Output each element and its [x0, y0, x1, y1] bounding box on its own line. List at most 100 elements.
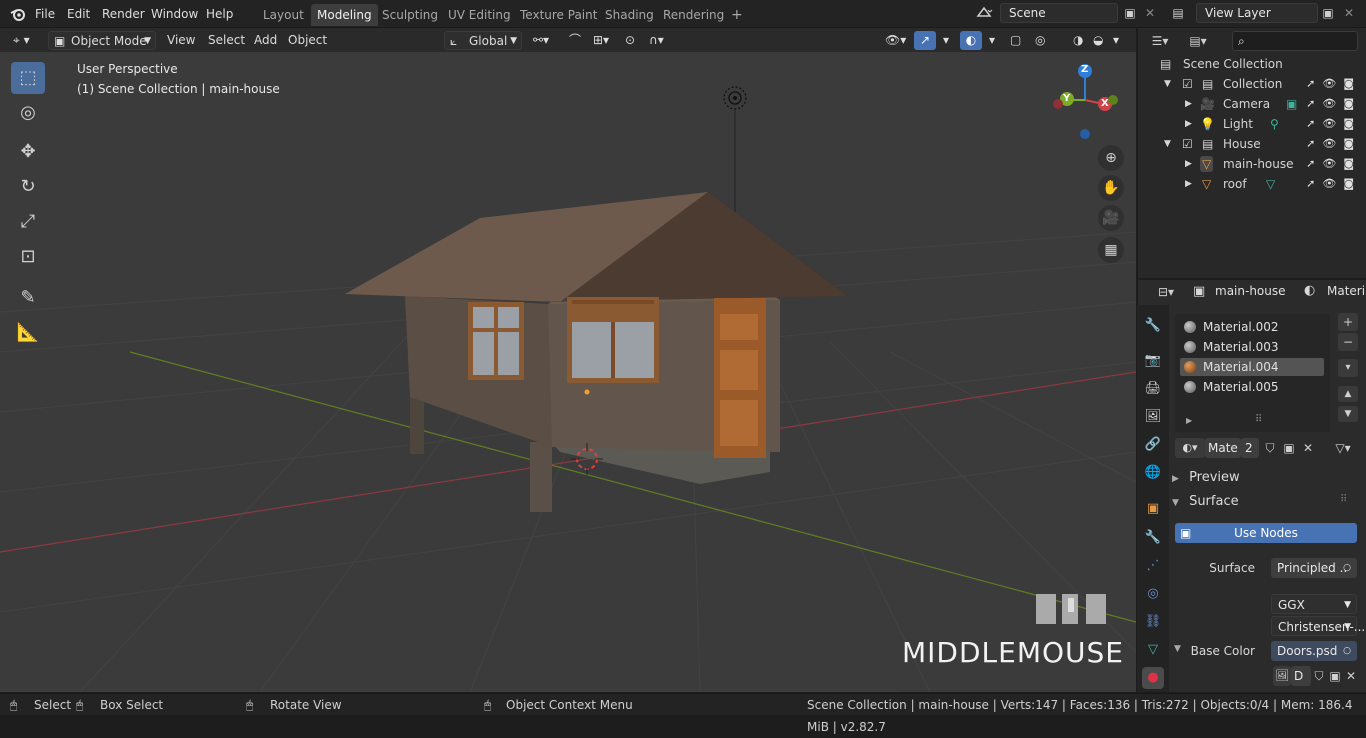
unlink-image-icon[interactable]: ✕ — [1341, 666, 1361, 686]
editor-type-icon[interactable]: ⌖ ▾ — [8, 31, 42, 50]
tab-uv-editing[interactable]: UV Editing — [442, 4, 517, 26]
tab-modeling[interactable]: Modeling — [311, 4, 378, 26]
view-layer-tab-icon[interactable]: 🖼 — [1142, 406, 1164, 428]
visibility-toggles[interactable]: ➚👁◙ — [1306, 154, 1361, 174]
outliner-row-house[interactable]: ▼ ☑ ▤ House ➚👁◙ — [1138, 134, 1366, 154]
menu-render[interactable]: Render — [102, 5, 145, 23]
overlay-menu-icon[interactable]: ▾ — [984, 31, 1000, 50]
mode-selector[interactable]: Object Mode ▣ ▼ — [48, 31, 156, 50]
tool-tab-icon[interactable]: 🔧 — [1142, 315, 1164, 337]
drag-handle-icon[interactable]: ⠿ — [1340, 494, 1347, 505]
checkbox-icon[interactable]: ☑ — [1182, 74, 1193, 94]
visibility-toggles[interactable]: ➚👁◙ — [1306, 114, 1361, 134]
menu-window[interactable]: Window — [151, 5, 198, 23]
delete-view-layer-icon[interactable]: ✕ — [1339, 3, 1359, 23]
shading-menu-icon[interactable]: ▾ — [1108, 31, 1124, 50]
expand-arrow-icon[interactable]: ▼ — [1164, 134, 1171, 154]
modifier-tab-icon[interactable]: 🔧 — [1142, 527, 1164, 549]
falloff-icon[interactable]: ∩▾ — [644, 31, 669, 50]
outliner-row-light[interactable]: ▶ 💡 Light ⚲ ➚👁◙ — [1138, 114, 1366, 134]
new-scene-icon[interactable]: ▣ — [1120, 3, 1140, 23]
expand-arrow-icon[interactable]: ▶ — [1185, 94, 1192, 114]
expand-arrow-icon[interactable]: ▶ — [1185, 114, 1192, 134]
outliner-row-collection[interactable]: ▼ ☑ ▤ Collection ➚👁◙ — [1138, 74, 1366, 94]
pivot-point-icon[interactable]: ⚯▾ — [528, 31, 554, 50]
output-tab-icon[interactable]: 🖨 — [1142, 378, 1164, 400]
surface-shader-field[interactable]: Principled .. ○ — [1271, 558, 1357, 578]
cursor-tool-icon[interactable]: ◎ — [11, 97, 45, 129]
preview-panel-header[interactable]: ▶ Preview — [1172, 468, 1240, 488]
shading-wireframe-icon[interactable]: ◎ — [1030, 31, 1050, 50]
visibility-toggles[interactable]: ➚👁◙ — [1306, 94, 1361, 114]
view-layer-browse-icon[interactable]: ▤ — [1168, 3, 1188, 23]
user-count-field[interactable]: 2 — [1241, 438, 1259, 458]
light-data-icon[interactable]: ⚲ — [1270, 114, 1279, 134]
zoom-icon[interactable]: ⊕ — [1098, 145, 1124, 171]
rotate-tool-icon[interactable]: ↻ — [11, 171, 45, 203]
use-nodes-button[interactable]: ▣ Use Nodes — [1175, 523, 1357, 543]
visibility-toggles[interactable]: ➚👁◙ — [1306, 174, 1361, 194]
tab-texture-paint[interactable]: Texture Paint — [514, 4, 603, 26]
menu-object[interactable]: Object — [283, 31, 332, 50]
menu-select[interactable]: Select — [203, 31, 250, 50]
shading-material-icon[interactable]: ◑ — [1068, 31, 1088, 50]
outliner-row-scene-collection[interactable]: ▤ Scene Collection — [1138, 54, 1366, 74]
new-view-layer-icon[interactable]: ▣ — [1318, 3, 1338, 23]
menu-add[interactable]: Add — [249, 31, 282, 50]
world-tab-icon[interactable]: 🌐 — [1142, 462, 1164, 484]
material-slot[interactable]: Material.002 — [1180, 318, 1324, 336]
expand-arrow-icon[interactable]: ▼ — [1174, 644, 1181, 654]
image-name-field[interactable]: D — [1291, 666, 1311, 686]
base-color-texture-field[interactable]: Doors.psd ○ — [1271, 641, 1357, 661]
checkbox-icon[interactable]: ☑ — [1182, 134, 1193, 154]
shading-rendered-icon[interactable]: ◒ — [1088, 31, 1108, 50]
outliner-row-roof[interactable]: ▶ ▽ roof ▽ ➚👁◙ — [1138, 174, 1366, 194]
outliner-row-camera[interactable]: ▶ 🎥 Camera ▣ ➚👁◙ — [1138, 94, 1366, 114]
material-slot[interactable]: Material.003 — [1180, 338, 1324, 356]
properties-editor-type-icon[interactable]: ⊟▾ — [1150, 282, 1182, 302]
menu-edit[interactable]: Edit — [67, 5, 90, 23]
menu-help[interactable]: Help — [206, 5, 233, 23]
perspective-grid-icon[interactable]: ▦ — [1098, 237, 1124, 263]
expand-arrow-icon[interactable]: ▶ — [1186, 416, 1192, 425]
menu-file[interactable]: File — [35, 5, 55, 23]
scale-tool-icon[interactable]: ⤢ — [11, 206, 45, 238]
material-tab-icon[interactable]: ● — [1142, 667, 1164, 689]
scene-tab-icon[interactable]: 🔗 — [1142, 434, 1164, 456]
tab-rendering[interactable]: Rendering — [657, 4, 730, 26]
mesh-data-icon[interactable]: ▽ — [1266, 174, 1275, 194]
render-tab-icon[interactable]: 📷 — [1142, 350, 1164, 372]
move-tool-icon[interactable]: ✥ — [11, 136, 45, 168]
outliner-editor-type-icon[interactable]: ☰▾ — [1150, 31, 1170, 51]
measure-tool-icon[interactable]: 📐 — [11, 317, 45, 349]
duplicate-material-icon[interactable]: ▣ — [1279, 438, 1299, 458]
particles-tab-icon[interactable]: ⋰ — [1142, 555, 1164, 577]
slot-specials-icon[interactable]: ▾ — [1338, 359, 1358, 377]
image-browse-icon[interactable]: 🖼 — [1273, 666, 1291, 686]
xray-toggle-icon[interactable]: ▢ — [1005, 31, 1026, 50]
blender-logo-icon[interactable] — [10, 6, 26, 22]
camera-data-icon[interactable]: ▣ — [1286, 94, 1297, 114]
physics-tab-icon[interactable]: ◎ — [1142, 583, 1164, 605]
material-browse-icon[interactable]: ◐▾ — [1175, 438, 1205, 458]
scene-name-field[interactable]: Scene — [1000, 3, 1118, 23]
move-down-icon[interactable]: ▼ — [1338, 406, 1358, 422]
menu-view[interactable]: View — [162, 31, 200, 50]
scene-browse-icon[interactable] — [974, 4, 994, 24]
outliner-search-input[interactable]: ⌕ — [1232, 31, 1358, 51]
proportional-edit-icon[interactable]: ⊙ — [620, 31, 640, 50]
snap-target-icon[interactable]: ⊞▾ — [588, 31, 614, 50]
object-tab-icon[interactable]: ▣ — [1142, 498, 1164, 520]
visibility-toggles[interactable]: ➚👁◙ — [1306, 74, 1361, 94]
distribution-dropdown[interactable]: GGX ▼ — [1271, 594, 1357, 614]
add-workspace-button[interactable]: + — [725, 4, 749, 26]
tab-layout[interactable]: Layout — [257, 4, 310, 26]
navigation-gizmo[interactable]: Z Y X — [1040, 60, 1130, 150]
unlink-material-icon[interactable]: ✕ — [1298, 438, 1318, 458]
surface-panel-header[interactable]: ▼ Surface — [1172, 492, 1239, 512]
subsurface-method-dropdown[interactable]: Christensen-... ▼ — [1271, 616, 1365, 636]
move-up-icon[interactable]: ▲ — [1338, 386, 1358, 402]
expand-arrow-icon[interactable]: ▼ — [1164, 74, 1171, 94]
constraints-tab-icon[interactable]: ⛓ — [1142, 611, 1164, 633]
material-slot[interactable]: Material.005 — [1180, 378, 1324, 396]
